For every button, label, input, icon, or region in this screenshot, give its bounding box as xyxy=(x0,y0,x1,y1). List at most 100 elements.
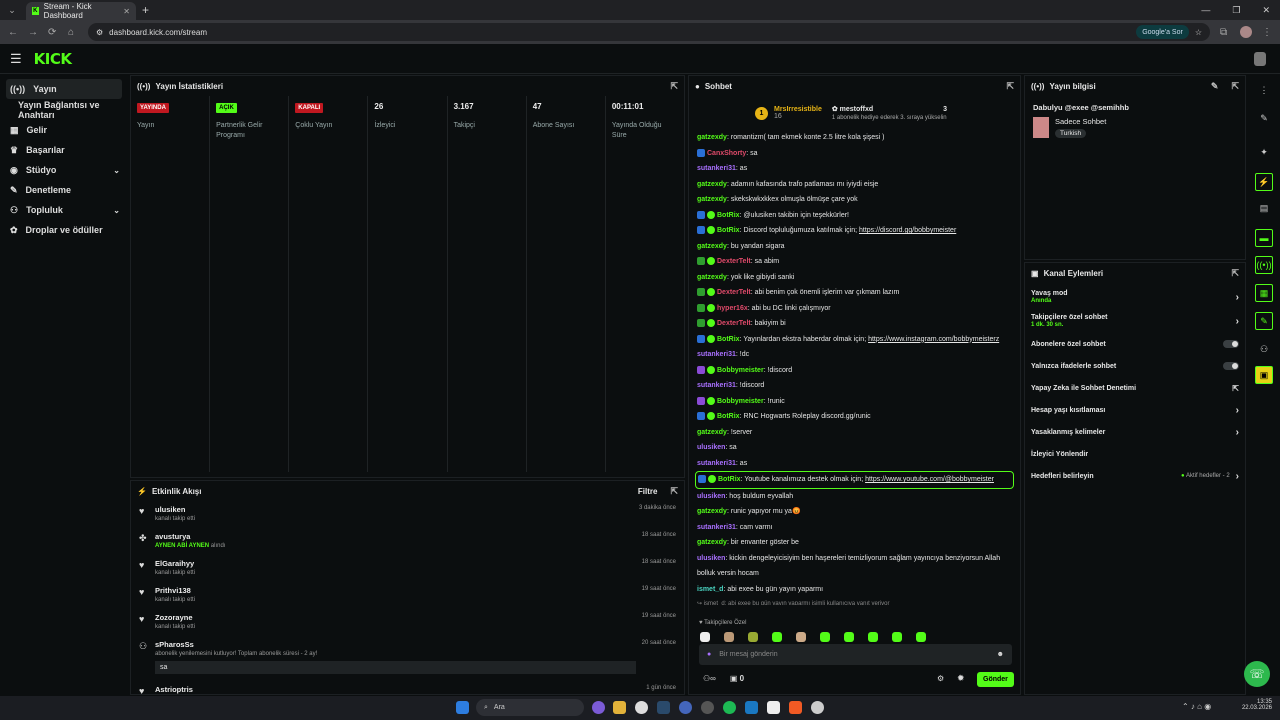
brave-icon[interactable] xyxy=(789,701,802,714)
minimize-icon[interactable]: — xyxy=(1201,5,1210,16)
chat-link[interactable]: https://www.youtube.com/@bobbymeister xyxy=(865,476,994,483)
taskbar-search[interactable]: ⌕ Ara xyxy=(476,699,584,716)
chrome-alt-icon[interactable] xyxy=(811,701,824,714)
toggle-switch[interactable] xyxy=(1223,362,1239,370)
chat-username[interactable]: ulusiken xyxy=(697,493,725,500)
more-icon[interactable]: ⋮ xyxy=(1255,81,1273,99)
layout-icon[interactable]: ▦ xyxy=(1255,284,1273,302)
google-ask-button[interactable]: Google'a Sor xyxy=(1136,25,1189,39)
lightning-icon[interactable]: ⚡ xyxy=(1255,173,1273,191)
windows-start-icon[interactable] xyxy=(456,701,469,714)
kick-logo[interactable]: KICK xyxy=(34,50,72,68)
chat-link[interactable]: https://www.instagram.com/bobbymeisterz xyxy=(868,336,999,343)
chat-username[interactable]: Bobbymeister xyxy=(717,398,764,405)
chat-message[interactable]: gatzexdy: romantizm( tam ekmek konte 2.5… xyxy=(689,130,1020,146)
forward-icon[interactable]: → xyxy=(28,27,38,38)
browser-menu-icon[interactable]: ⋮ xyxy=(1262,27,1272,38)
sidebar-item-stream-key[interactable]: Yayın Bağlantısı ve Anahtarı xyxy=(0,100,128,120)
maximize-icon[interactable]: ❐ xyxy=(1232,5,1240,16)
chat-link[interactable]: https://discord.gg/bobbymeister xyxy=(859,227,956,234)
chat-username[interactable]: ismet_d xyxy=(697,586,723,593)
chat-input[interactable]: ● Bir mesaj gönderin ☻ xyxy=(699,644,1012,665)
filter-button[interactable]: Filtre xyxy=(638,487,658,496)
popout-icon[interactable]: ⇱ xyxy=(1231,81,1239,92)
channel-action[interactable]: İzleyici Yönlendir xyxy=(1025,443,1245,465)
channel-action[interactable]: Yalnızca ifadelerle sohbet xyxy=(1025,355,1245,377)
chat-username[interactable]: BotRix xyxy=(717,413,740,420)
chat-message[interactable]: gatzexdy: bir envanter göster be xyxy=(689,535,1020,551)
chat-username[interactable]: sutankeri31 xyxy=(697,524,736,531)
chat-message[interactable]: bolluk versin hocam xyxy=(689,566,1020,582)
chat-username[interactable]: BotRix xyxy=(717,336,740,343)
chat-message[interactable]: ismet_d: abi exee bu gün yayın yaparmı xyxy=(689,582,1020,598)
chat-username[interactable]: DexterTelt xyxy=(717,258,751,265)
vscode-icon[interactable] xyxy=(745,701,758,714)
user-avatar[interactable] xyxy=(1254,51,1266,66)
chat-message[interactable]: gatzexdy: skekskwkxkkex olmuşla ölmüşe ç… xyxy=(689,192,1020,208)
channel-action[interactable]: Abonelere özel sohbet xyxy=(1025,333,1245,355)
category-name[interactable]: Sadece Sohbet xyxy=(1055,117,1106,126)
sidebar-item-droplar[interactable]: ✿ Droplar ve ödüller xyxy=(0,220,128,240)
sidebar-item-denetleme[interactable]: ✎ Denetleme xyxy=(0,180,128,200)
chat-message[interactable]: DexterTelt: abi benim çok önemli işlerim… xyxy=(689,285,1020,301)
pencil-icon[interactable]: ✎ xyxy=(1255,109,1273,127)
github-icon[interactable] xyxy=(701,701,714,714)
chat-message[interactable]: ulusiken: kickin dengeleyicisiyim ben ha… xyxy=(689,551,1020,567)
home-icon[interactable]: ⌂ xyxy=(68,27,78,38)
wrench-icon[interactable]: ✎ xyxy=(1255,312,1273,330)
chat-username[interactable]: CanxShorty xyxy=(707,150,746,157)
new-tab-icon[interactable]: + xyxy=(142,3,149,17)
sidebar-item-gelir[interactable]: ▦ Gelir xyxy=(0,120,128,140)
users-icon[interactable]: ⚇ xyxy=(1255,340,1273,358)
popout-icon[interactable]: ⇱ xyxy=(670,486,678,497)
chat-username[interactable]: sutankeri31 xyxy=(697,382,736,389)
activity-item[interactable]: ♥ Astrioptris 1 gün önce xyxy=(131,681,684,694)
discord-icon[interactable] xyxy=(592,701,605,714)
document-icon[interactable]: ▤ xyxy=(1255,199,1273,217)
back-icon[interactable]: ← xyxy=(8,27,18,38)
emote[interactable] xyxy=(844,632,854,642)
chat-username[interactable]: BotRix xyxy=(718,476,741,483)
chat-message[interactable]: BotRix: Discord topluluğumuza katılmak i… xyxy=(689,223,1020,239)
chat-message[interactable]: ulusiken: sa xyxy=(689,440,1020,456)
clapper-icon[interactable]: ▣ xyxy=(1255,366,1273,384)
send-button[interactable]: Gönder xyxy=(977,672,1014,687)
chat-message[interactable]: gatzexdy: !server xyxy=(689,425,1020,441)
tag-chip[interactable]: Turkish xyxy=(1055,129,1087,138)
chat-message[interactable]: Bobbymeister: !runic xyxy=(689,394,1020,410)
channel-action[interactable]: Yapay Zeka ile Sohbet Denetimi ⇱ xyxy=(1025,377,1245,399)
emote[interactable] xyxy=(724,632,734,642)
sidebar-item-topluluk[interactable]: ⚇ Topluluk ⌄ xyxy=(0,200,128,220)
chat-message[interactable]: gatzexdy: runic yapıyor mu ya😡 xyxy=(689,504,1020,520)
sidebar-item-basarilar[interactable]: ♛ Başarılar xyxy=(0,140,128,160)
bookmark-star-icon[interactable]: ☆ xyxy=(1195,28,1202,37)
chat-message[interactable]: CanxShorty: sa xyxy=(689,146,1020,162)
chat-username[interactable]: BotRix xyxy=(717,227,740,234)
site-info-icon[interactable]: ⚙ xyxy=(96,28,103,37)
emote[interactable] xyxy=(868,632,878,642)
tray-icons[interactable]: ⌃ ♪ ⌂ ◉ xyxy=(1182,702,1211,711)
chat-message[interactable]: ulusiken: hoş buldum eyvallah xyxy=(689,489,1020,505)
activity-item[interactable]: ✤ avusturya AYNEN ABİ AYNEN alındı 18 saat … xyxy=(131,528,684,555)
chat-username[interactable]: DexterTelt xyxy=(717,289,751,296)
chat-message[interactable]: Bobbymeister: !discord xyxy=(689,363,1020,379)
sidebar-item-studyo[interactable]: ◉ Stüdyo ⌄ xyxy=(0,160,128,180)
channel-action[interactable]: Yasaklanmış kelimeler › xyxy=(1025,421,1245,443)
edit-icon[interactable]: ✎ xyxy=(1211,81,1219,92)
close-tab-icon[interactable]: ✕ xyxy=(123,7,130,16)
chat-username[interactable]: gatzexdy xyxy=(697,274,727,281)
emote[interactable] xyxy=(748,632,758,642)
chat-username[interactable]: gatzexdy xyxy=(697,508,727,515)
chat-message[interactable]: ↪ ismet_d: abi exee bu gün yayın yaparmı… xyxy=(689,597,1020,605)
chat-message[interactable]: sutankeri31: as xyxy=(689,161,1020,177)
activity-item[interactable]: ♥ Zozorayne kanalı takip etti 19 saat önce xyxy=(131,609,684,636)
emote[interactable] xyxy=(820,632,830,642)
tab-menu-icon[interactable]: ⌄ xyxy=(4,2,20,18)
toggle-switch[interactable] xyxy=(1223,340,1239,348)
chat-message[interactable]: hyper16x: abi bu DC linki çalışmıyor xyxy=(689,301,1020,317)
channel-action[interactable]: Takipçilere özel sohbet 1 dk. 30 sn. › xyxy=(1025,309,1245,333)
chat-message[interactable]: DexterTelt: bakiyim bi xyxy=(689,316,1020,332)
file-explorer-icon[interactable] xyxy=(613,701,626,714)
activity-item[interactable]: ⚇ sPharosSs abonelik yenilemesini kutluyor… xyxy=(131,636,684,681)
chat-username[interactable]: sutankeri31 xyxy=(697,460,736,467)
